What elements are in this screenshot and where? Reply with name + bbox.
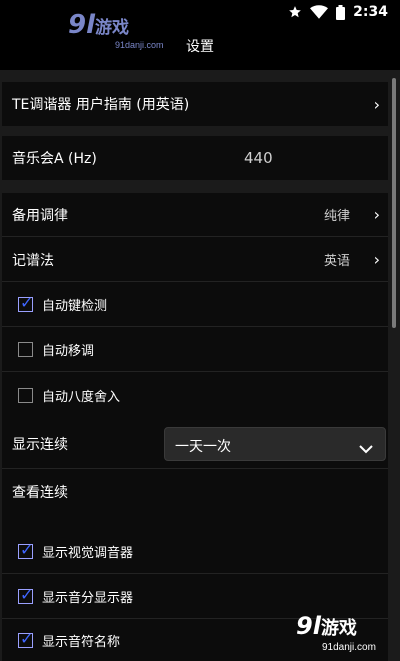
visual-tuner-label: 显示视觉调音器	[42, 546, 134, 561]
visual-tuner-checkbox[interactable]: ✓	[18, 540, 33, 559]
streak-group: 显示连续 一天一次 查看连续	[2, 419, 388, 515]
chevron-right-icon: ›	[373, 250, 380, 269]
notation-label: 记谱法	[12, 252, 54, 269]
cents-display-checkbox[interactable]: ✓	[18, 585, 33, 604]
auto-octave-checkbox[interactable]	[18, 387, 33, 403]
alt-tuning-row[interactable]: 备用调律 纯律 ›	[2, 193, 388, 237]
settings-list[interactable]: TE调谐器 用户指南 (用英语) › 音乐会A (Hz) 440 备用调律 纯律…	[0, 70, 400, 661]
check-icon: ✓	[20, 293, 34, 312]
notation-value: 英语	[324, 254, 351, 269]
guide-label: TE调谐器 用户指南 (用英语)	[12, 97, 190, 113]
view-streak-label: 查看连续	[12, 485, 68, 501]
chevron-right-icon: ›	[373, 205, 380, 224]
watermark-url: 91danji.com	[322, 642, 376, 653]
chevron-down-icon	[359, 439, 373, 458]
notation-row[interactable]: 记谱法 英语 ›	[2, 238, 388, 282]
auto-octave-label: 自动八度舍入	[42, 389, 121, 405]
check-icon: ✓	[20, 585, 34, 604]
watermark-text: 游戏	[320, 618, 357, 639]
concert-a-row[interactable]: 音乐会A (Hz) 440	[2, 136, 388, 180]
concert-a-group: 音乐会A (Hz) 440	[2, 136, 388, 180]
status-icons: 2:34	[288, 4, 388, 20]
show-streak-label: 显示连续	[12, 436, 68, 453]
check-icon: ✓	[20, 629, 34, 648]
checkbox-row-auto-octave[interactable]: 自动八度舍入	[2, 373, 388, 417]
check-icon: ✓	[20, 540, 34, 559]
wifi-icon	[310, 5, 329, 19]
view-streak-row[interactable]: 查看连续	[2, 470, 388, 514]
battery-icon	[336, 4, 346, 20]
scrollbar[interactable]	[392, 78, 396, 328]
concert-a-label: 音乐会A (Hz)	[12, 151, 97, 167]
auto-transpose-label: 自动移调	[42, 344, 95, 359]
status-time: 2:34	[353, 4, 388, 20]
watermark-number: 9	[296, 612, 313, 640]
status-bar: 2:34	[0, 0, 400, 26]
streak-dropdown[interactable]: 一天一次	[164, 427, 386, 461]
alt-tuning-value: 纯律	[324, 209, 351, 224]
guide-group: TE调谐器 用户指南 (用英语) ›	[2, 82, 388, 126]
star-icon	[288, 5, 302, 19]
watermark-text: 游戏	[95, 18, 130, 38]
chevron-right-icon: ›	[373, 94, 380, 114]
cents-display-label: 显示音分显示器	[42, 591, 134, 606]
auto-key-label: 自动键检测	[42, 299, 108, 314]
page-title: 设置	[186, 39, 214, 55]
auto-key-checkbox[interactable]: ✓	[18, 293, 33, 312]
auto-transpose-checkbox[interactable]	[18, 342, 33, 357]
note-names-checkbox[interactable]: ✓	[18, 629, 33, 648]
show-streak-row: 显示连续 一天一次	[2, 419, 388, 469]
checkbox-row-auto-transpose[interactable]: 自动移调	[2, 328, 388, 372]
checkbox-row-auto-key[interactable]: ✓ 自动键检测	[2, 283, 388, 327]
checkbox-row-visual-tuner[interactable]: ✓ 显示视觉调音器	[2, 530, 388, 574]
note-names-label: 显示音符名称	[42, 635, 121, 650]
concert-a-value[interactable]: 440	[244, 149, 273, 167]
watermark-letter: l	[312, 612, 321, 640]
streak-dropdown-value: 一天一次	[175, 439, 231, 455]
guide-row[interactable]: TE调谐器 用户指南 (用英语) ›	[2, 82, 388, 126]
alt-tuning-label: 备用调律	[12, 207, 68, 224]
watermark-logo-bottom: 9l游戏 91danji.com	[296, 612, 376, 653]
